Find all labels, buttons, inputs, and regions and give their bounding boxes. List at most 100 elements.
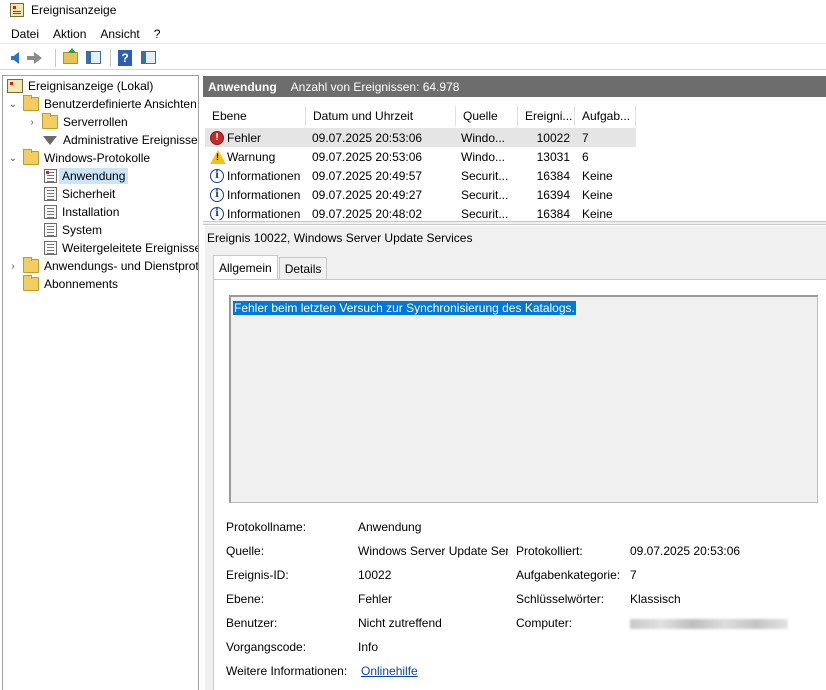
tree-item-app-service-logs[interactable]: › Anwendungs- und Dienstprotokolle [7, 257, 199, 275]
tree-item-label: System [62, 223, 103, 237]
label-quelle: Quelle: [226, 544, 265, 558]
chevron-down-icon[interactable]: ⌄ [7, 152, 19, 164]
log-icon [44, 169, 57, 183]
cell-level: i Informationen [210, 185, 306, 204]
column-header-label: Ereigni... [525, 109, 573, 123]
log-icon [44, 187, 57, 201]
table-row[interactable]: ! Fehler 09.07.2025 20:53:06 Windo... 10… [205, 128, 636, 147]
toolbar: ? [0, 46, 826, 70]
tree-item-admin-events[interactable]: Administrative Ereignisse [42, 131, 198, 149]
tree-item-application[interactable]: Anwendung [44, 167, 129, 185]
toolbar-separator [110, 48, 111, 67]
cell-level: i Informationen [210, 204, 306, 220]
column-header-label: Quelle [463, 109, 498, 123]
help-button[interactable]: ? [115, 48, 135, 68]
label-ereignis-id: Ereignis-ID: [226, 568, 289, 582]
tab-general[interactable]: Allgemein [213, 255, 278, 279]
folder-icon [23, 149, 39, 165]
tree-item-label: Anwendungs- und Dienstprotokolle [44, 259, 199, 273]
cell-date: 09.07.2025 20:49:27 [312, 187, 423, 202]
chevron-down-icon[interactable]: ⌄ [7, 98, 19, 110]
tree-item-root[interactable]: Ereignisanzeige (Lokal) [7, 77, 153, 95]
column-header-source[interactable]: Quelle [456, 106, 518, 126]
cell-date: 09.07.2025 20:53:06 [312, 149, 423, 164]
value-quelle[interactable]: Windows Server Update Services [358, 544, 508, 558]
event-description-box[interactable]: Fehler beim letzten Versuch zur Synchron… [229, 295, 818, 503]
level-text: Fehler [227, 130, 262, 145]
event-count: Anzahl von Ereignissen: 64.978 [290, 79, 460, 94]
tree-item-forwarded-events[interactable]: Weitergeleitete Ereignisse [44, 239, 198, 257]
back-button[interactable] [5, 48, 25, 68]
log-icon [44, 205, 57, 219]
menu-datei[interactable]: Datei [4, 27, 46, 41]
value-protokollname[interactable]: Anwendung [358, 520, 421, 534]
event-details: Ereignis 10022, Windows Server Update Se… [205, 226, 826, 690]
menu-aktion[interactable]: Aktion [46, 27, 93, 41]
event-viewer-icon [10, 3, 24, 17]
column-header-event-id[interactable]: Ereigni... [518, 106, 575, 126]
table-row[interactable]: i Informationen 09.07.2025 20:49:57 Secu… [205, 166, 636, 185]
cell-date: 09.07.2025 20:53:06 [312, 130, 423, 145]
tree-item-security[interactable]: Sicherheit [44, 185, 115, 203]
cell-source: Securit... [461, 187, 509, 202]
event-viewer-icon [7, 79, 23, 93]
info-icon: i [210, 168, 224, 183]
label-aufgabenkategorie: Aufgabenkategorie: [516, 568, 621, 582]
cell-task: Keine [582, 187, 613, 202]
label-vorgangscode: Vorgangscode: [226, 640, 307, 654]
event-detail-title: Ereignis 10022, Windows Server Update Se… [207, 231, 473, 245]
label-weitere-informationen: Weitere Informationen: [226, 664, 348, 678]
forward-button[interactable] [27, 48, 48, 68]
general-tab-panel: Fehler beim letzten Versuch zur Synchron… [213, 279, 826, 690]
table-row[interactable]: i Informationen 09.07.2025 20:49:27 Secu… [205, 185, 636, 204]
tree-item-system[interactable]: System [44, 221, 102, 239]
column-header-date[interactable]: Datum und Uhrzeit [306, 106, 456, 126]
chevron-right-icon[interactable]: › [7, 260, 19, 272]
tree-item-windows-logs[interactable]: ⌄ Windows-Protokolle [7, 149, 150, 167]
menu-ansicht[interactable]: Ansicht [93, 27, 146, 41]
pane-splitter[interactable] [203, 221, 826, 225]
value-benutzer[interactable]: Nicht zutreffend [358, 616, 442, 630]
value-ereignis-id[interactable]: 10022 [358, 568, 391, 582]
tree-item-subscriptions[interactable]: Abonnements [23, 275, 118, 293]
column-header-task[interactable]: Aufgab... [575, 106, 636, 126]
level-text: Informationen [227, 206, 301, 221]
value-vorgangscode[interactable]: Info [358, 640, 378, 654]
chevron-right-icon[interactable]: › [26, 116, 38, 128]
level-text: Warnung [227, 149, 276, 164]
cell-event-id: 16384 [536, 168, 570, 183]
tree-item-label: Windows-Protokolle [44, 151, 151, 165]
cell-task: Keine [582, 168, 613, 183]
error-icon: ! [210, 130, 224, 145]
tree-item-label: Administrative Ereignisse [63, 133, 198, 147]
cell-date: 09.07.2025 20:49:57 [312, 168, 423, 183]
value-schluesselwoerter[interactable]: Klassisch [630, 592, 681, 606]
table-row[interactable]: ! Warnung 09.07.2025 20:53:06 Windo... 1… [205, 147, 636, 166]
cell-task: 7 [582, 130, 589, 145]
menu-help[interactable]: ? [147, 27, 168, 41]
label-protokolliert: Protokolliert: [516, 544, 583, 558]
tab-details[interactable]: Details [278, 257, 328, 279]
cell-level: i Informationen [210, 166, 306, 185]
show-hide-tree-button[interactable] [83, 48, 103, 68]
cell-source: Windo... [461, 130, 506, 145]
folder-icon [42, 113, 58, 129]
value-aufgabenkategorie[interactable]: 7 [630, 568, 637, 582]
column-header-level[interactable]: Ebene [205, 106, 306, 126]
online-help-link[interactable]: Onlinehilfe [361, 664, 418, 678]
value-protokolliert[interactable]: 09.07.2025 20:53:06 [630, 544, 740, 558]
tree-item-server-roles[interactable]: › Serverrollen [26, 113, 128, 131]
show-hide-action-pane-button[interactable] [138, 48, 158, 68]
cell-event-id: 16384 [536, 206, 570, 221]
event-description[interactable]: Fehler beim letzten Versuch zur Synchron… [233, 301, 576, 315]
tree-item-setup[interactable]: Installation [44, 203, 119, 221]
table-row[interactable]: i Informationen 09.07.2025 20:48:02 Secu… [205, 204, 636, 220]
value-ebene[interactable]: Fehler [358, 592, 392, 606]
cell-level: ! Fehler [210, 128, 306, 147]
tree-item-custom-views[interactable]: ⌄ Benutzerdefinierte Ansichten [7, 95, 197, 113]
up-folder-button[interactable] [60, 47, 80, 68]
value-computer-redacted [630, 619, 788, 629]
tree-item-label: Benutzerdefinierte Ansichten [44, 97, 197, 111]
info-icon: i [210, 187, 224, 202]
menu-bar: Datei Aktion Ansicht ? [0, 24, 826, 44]
